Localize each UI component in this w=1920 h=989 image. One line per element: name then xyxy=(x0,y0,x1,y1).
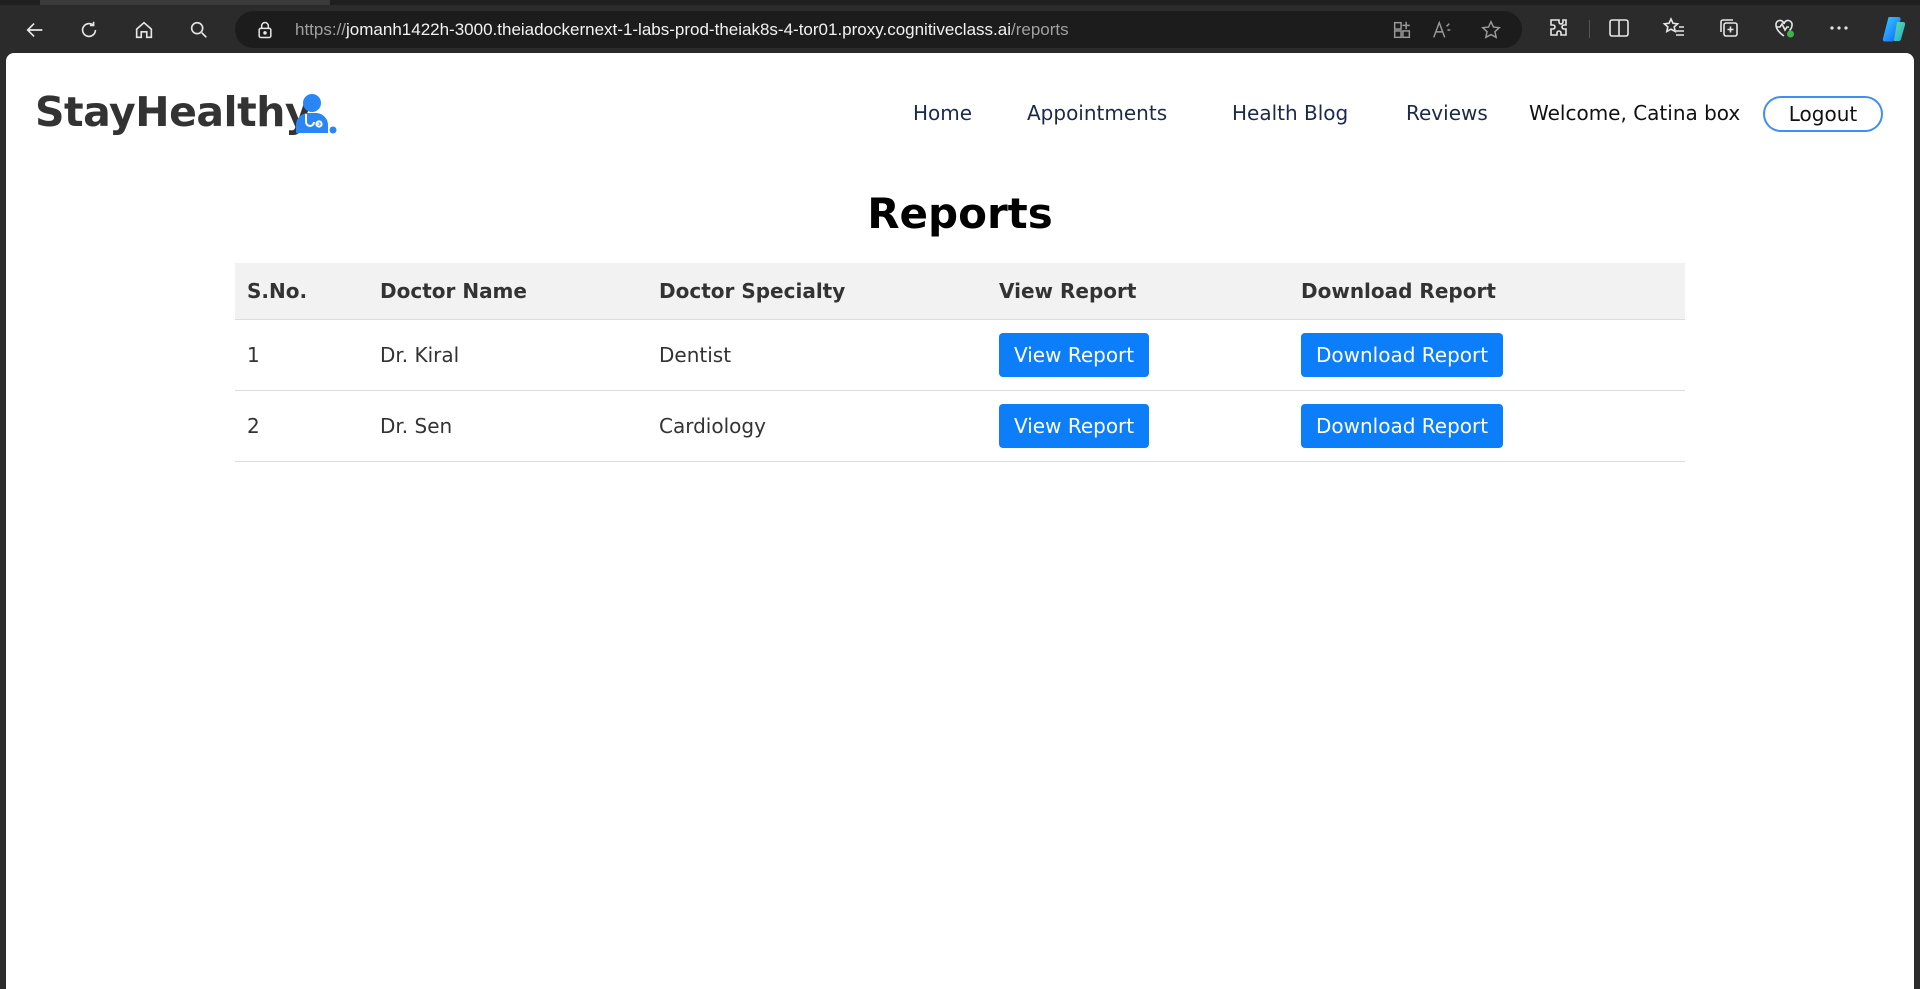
download-report-button[interactable]: Download Report xyxy=(1301,333,1504,377)
view-report-button[interactable]: View Report xyxy=(999,333,1150,377)
browser-toolbar: https://jomanh1422h-3000.theiadockernext… xyxy=(0,0,1920,56)
cell-sno: 2 xyxy=(235,390,368,462)
collections-icon[interactable] xyxy=(1717,16,1741,40)
table-body: 1 Dr. Kiral Dentist View Report Download… xyxy=(235,319,1685,462)
tab-strip xyxy=(0,0,1920,5)
url-scheme: https:// xyxy=(295,20,347,39)
brand-logo-text[interactable]: StayHealthy xyxy=(35,88,312,136)
cell-download-report: Download Report xyxy=(1289,390,1685,462)
extensions-icon[interactable] xyxy=(1547,16,1571,40)
column-header-view-report: View Report xyxy=(987,263,1289,320)
reports-table: S.No. Doctor Name Doctor Specialty View … xyxy=(235,263,1685,462)
web-page: StayHealthy Home Appointments Health Blo… xyxy=(6,53,1914,989)
column-header-download-report: Download Report xyxy=(1289,263,1685,320)
more-icon[interactable] xyxy=(1827,16,1851,40)
toolbar-divider xyxy=(1589,20,1590,38)
table-row: 2 Dr. Sen Cardiology View Report Downloa… xyxy=(235,390,1685,462)
site-navbar: StayHealthy Home Appointments Health Blo… xyxy=(6,53,1914,173)
refresh-icon[interactable] xyxy=(71,12,107,48)
view-report-button[interactable]: View Report xyxy=(999,404,1150,448)
logout-button[interactable]: Logout xyxy=(1763,96,1883,132)
home-icon[interactable] xyxy=(126,12,162,48)
cell-doctor-specialty: Cardiology xyxy=(647,390,987,462)
copilot-icon[interactable] xyxy=(1879,14,1909,44)
cell-doctor-name: Dr. Sen xyxy=(368,390,647,462)
cell-doctor-name: Dr. Kiral xyxy=(368,319,647,391)
url-text[interactable]: https://jomanh1422h-3000.theiadockernext… xyxy=(295,20,1069,40)
page-title: Reports xyxy=(867,189,1053,238)
cell-doctor-specialty: Dentist xyxy=(647,319,987,391)
read-aloud-icon[interactable] xyxy=(1431,19,1453,41)
apps-icon[interactable] xyxy=(1391,19,1413,41)
table-header: S.No. Doctor Name Doctor Specialty View … xyxy=(235,263,1685,320)
address-bar[interactable]: https://jomanh1422h-3000.theiadockernext… xyxy=(235,11,1522,48)
cell-view-report: View Report xyxy=(987,319,1289,391)
cell-download-report: Download Report xyxy=(1289,319,1685,391)
back-icon[interactable] xyxy=(17,12,53,48)
cell-view-report: View Report xyxy=(987,390,1289,462)
url-path: /reports xyxy=(1010,20,1069,39)
search-icon[interactable] xyxy=(181,12,217,48)
lock-icon[interactable] xyxy=(255,20,275,40)
nav-link-home[interactable]: Home xyxy=(913,101,972,125)
nav-link-health-blog[interactable]: Health Blog xyxy=(1232,101,1348,125)
nav-link-reviews[interactable]: Reviews xyxy=(1406,101,1488,125)
favorites-icon[interactable] xyxy=(1662,16,1686,40)
favorite-star-icon[interactable] xyxy=(1480,19,1502,41)
browser-health-icon[interactable] xyxy=(1772,16,1796,40)
url-host: jomanh1422h-3000.theiadockernext-1-labs-… xyxy=(346,20,1011,39)
download-report-button[interactable]: Download Report xyxy=(1301,404,1504,448)
column-header-doctor-name: Doctor Name xyxy=(368,263,647,320)
cell-sno: 1 xyxy=(235,319,368,391)
table-header-row: S.No. Doctor Name Doctor Specialty View … xyxy=(235,263,1685,320)
column-header-doctor-specialty: Doctor Specialty xyxy=(647,263,987,320)
welcome-message: Welcome, Catina box xyxy=(1529,101,1741,125)
split-screen-icon[interactable] xyxy=(1607,16,1631,40)
doctor-avatar-icon[interactable] xyxy=(292,93,340,135)
active-tab-indicator[interactable] xyxy=(40,0,330,5)
nav-link-appointments[interactable]: Appointments xyxy=(1027,101,1167,125)
table-row: 1 Dr. Kiral Dentist View Report Download… xyxy=(235,319,1685,391)
column-header-sno: S.No. xyxy=(235,263,368,320)
